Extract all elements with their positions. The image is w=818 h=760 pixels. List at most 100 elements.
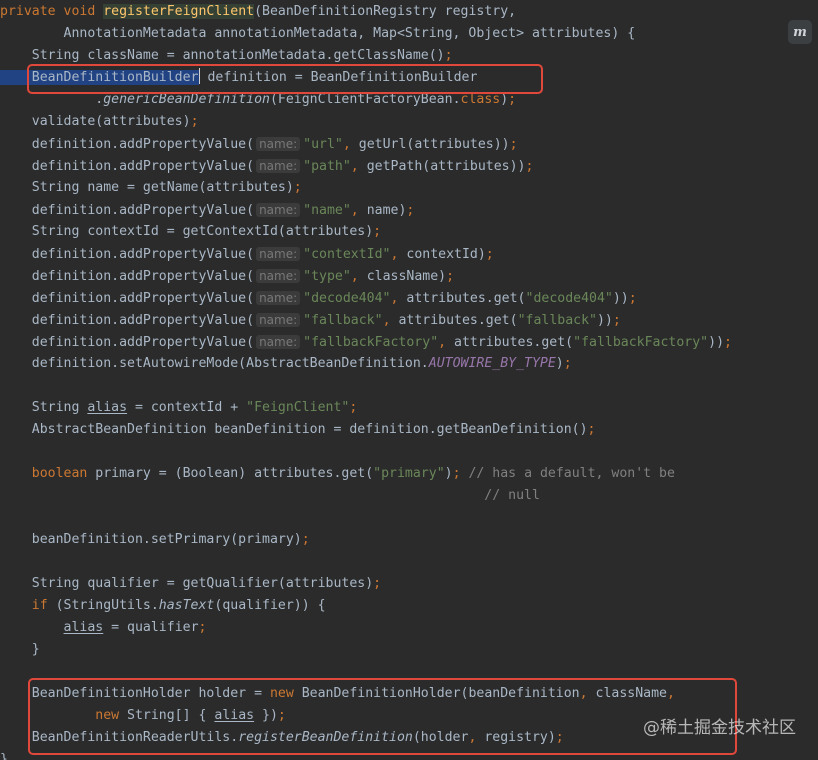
- code-token: ,: [342, 137, 351, 152]
- code-token: )): [612, 291, 629, 306]
- code-token: className: [587, 686, 667, 701]
- code-line[interactable]: private void registerFeignClient(BeanDef…: [0, 1, 818, 23]
- code-token: ;: [277, 708, 286, 723]
- code-token: }: [0, 642, 40, 657]
- code-token: "decode404": [303, 291, 391, 306]
- code-token: getUrl(attributes)): [350, 137, 510, 152]
- code-token: String qualifier = getQualifier(attribut…: [0, 576, 374, 591]
- code-token: "name": [303, 203, 351, 218]
- code-token: ,: [350, 269, 359, 284]
- code-line[interactable]: // null: [0, 485, 818, 507]
- code-line[interactable]: AbstractBeanDefinition beanDefinition = …: [0, 419, 818, 441]
- code-line[interactable]: String contextId = getContextId(attribut…: [0, 221, 818, 243]
- code-token: registry): [476, 730, 556, 745]
- code-token: beanDefinition.setPrimary(primary): [0, 532, 302, 547]
- code-lines[interactable]: private void registerFeignClient(BeanDef…: [0, 1, 818, 760]
- code-token: genericBeanDefinition: [103, 92, 270, 107]
- code-token: definition.addPropertyValue(: [0, 203, 255, 218]
- code-token: getPath(attributes)): [358, 159, 526, 174]
- code-token: BeanDefinitionReaderUtils.: [0, 730, 239, 745]
- plugin-icon[interactable]: m: [788, 20, 812, 44]
- code-token: attributes.get(: [390, 313, 518, 328]
- code-token: (BeanDefinitionRegistry registry,: [254, 4, 517, 19]
- code-line[interactable]: BeanDefinitionHolder holder = new BeanDe…: [0, 683, 818, 705]
- code-token: ;: [198, 620, 207, 635]
- code-line[interactable]: String alias = contextId + "FeignClient"…: [0, 397, 818, 419]
- code-token: )): [708, 335, 725, 350]
- code-token: String[] {: [127, 708, 215, 723]
- code-token: // null: [0, 488, 540, 503]
- code-token: BeanDefinitionBuilder: [0, 70, 199, 85]
- code-line[interactable]: definition.setAutowireMode(AbstractBeanD…: [0, 353, 818, 375]
- code-token: ): [555, 356, 564, 371]
- code-token: ;: [373, 224, 382, 239]
- code-line[interactable]: definition.addPropertyValue(name: "contex…: [0, 243, 818, 265]
- code-line[interactable]: String qualifier = getQualifier(attribut…: [0, 573, 818, 595]
- code-token: (qualifier)) {: [214, 598, 326, 613]
- code-token: new: [269, 686, 302, 701]
- code-token: ): [444, 466, 453, 481]
- code-token: String name = getName(attributes): [0, 180, 294, 195]
- code-token: // has a default, won't be: [460, 466, 675, 481]
- code-token: registerFeignClient: [103, 4, 255, 19]
- code-token: "type": [303, 269, 351, 284]
- code-token: ,: [382, 313, 391, 328]
- code-line[interactable]: [0, 441, 818, 463]
- code-token: "fallback": [303, 313, 383, 328]
- code-token: definition.addPropertyValue(: [0, 335, 255, 350]
- code-token: name): [358, 203, 407, 218]
- code-line[interactable]: .genericBeanDefinition(FeignClientFactor…: [0, 89, 818, 111]
- code-line[interactable]: beanDefinition.setPrimary(primary);: [0, 529, 818, 551]
- code-token: String contextId = getContextId(attribut…: [0, 224, 374, 239]
- code-token: ;: [293, 180, 302, 195]
- code-token: definition.addPropertyValue(: [0, 137, 255, 152]
- code-token: AnnotationMetadata annotationMetadata, M…: [0, 26, 636, 41]
- code-token: (FeignClientFactoryBean.: [269, 92, 461, 107]
- code-line[interactable]: definition.addPropertyValue(name: "url", …: [0, 133, 818, 155]
- code-line[interactable]: BeanDefinitionBuilder definition = BeanD…: [0, 67, 818, 89]
- code-line[interactable]: String className = annotationMetadata.ge…: [0, 45, 818, 67]
- code-token: "decode404": [525, 291, 613, 306]
- code-line[interactable]: validate(attributes);: [0, 111, 818, 133]
- code-line[interactable]: alias = qualifier;: [0, 617, 818, 639]
- code-token: BeanDefinitionHolder holder =: [0, 686, 270, 701]
- code-line[interactable]: }: [0, 639, 818, 661]
- parameter-hint: name:: [256, 247, 301, 261]
- code-token: definition.addPropertyValue(: [0, 247, 255, 262]
- code-line[interactable]: definition.addPropertyValue(name: "name",…: [0, 199, 818, 221]
- code-token: definition.setAutowireMode(AbstractBeanD…: [0, 356, 429, 371]
- code-token: boolean: [0, 466, 96, 481]
- code-token: primary = (Boolean) attributes.get(: [95, 466, 374, 481]
- code-line[interactable]: definition.addPropertyValue(name: "fallba…: [0, 309, 818, 331]
- code-line[interactable]: [0, 551, 818, 573]
- code-token: ;: [349, 400, 358, 415]
- code-token: ;: [373, 576, 382, 591]
- parameter-hint: name:: [256, 203, 301, 217]
- code-line[interactable]: boolean primary = (Boolean) attributes.g…: [0, 463, 818, 485]
- code-token: class: [460, 92, 501, 107]
- code-line[interactable]: [0, 375, 818, 397]
- code-line[interactable]: if (StringUtils.hasText(qualifier)) {: [0, 595, 818, 617]
- code-token: definition.addPropertyValue(: [0, 269, 255, 284]
- code-token: contextId): [398, 247, 486, 262]
- code-line[interactable]: definition.addPropertyValue(name: "decode…: [0, 287, 818, 309]
- code-token: definition.addPropertyValue(: [0, 313, 255, 328]
- code-line[interactable]: definition.addPropertyValue(name: "fallba…: [0, 331, 818, 353]
- code-line[interactable]: }: [0, 749, 818, 760]
- code-token: className): [358, 269, 447, 284]
- code-line[interactable]: definition.addPropertyValue(name: "path",…: [0, 155, 818, 177]
- code-line[interactable]: [0, 507, 818, 529]
- code-token: ;: [612, 313, 621, 328]
- code-line[interactable]: definition.addPropertyValue(name: "type",…: [0, 265, 818, 287]
- parameter-hint: name:: [256, 159, 301, 173]
- code-token: ;: [587, 422, 596, 437]
- code-editor[interactable]: private void registerFeignClient(BeanDef…: [0, 0, 818, 760]
- code-line[interactable]: AnnotationMetadata annotationMetadata, M…: [0, 23, 818, 45]
- code-token: ,: [666, 686, 675, 701]
- code-token: ): [500, 92, 509, 107]
- code-token: alias: [214, 708, 255, 723]
- code-line[interactable]: [0, 661, 818, 683]
- code-line[interactable]: String name = getName(attributes);: [0, 177, 818, 199]
- code-token: "primary": [373, 466, 445, 481]
